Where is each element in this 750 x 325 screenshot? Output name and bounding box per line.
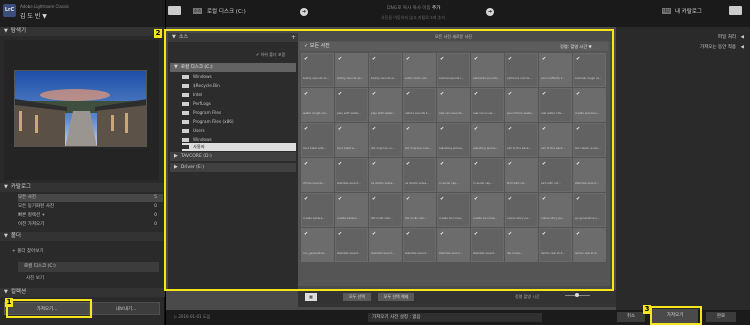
destination-badge: 대상 (662, 8, 671, 14)
catalog-row-label: 이전 가져오기 (18, 222, 45, 227)
source-drive-icon (168, 6, 181, 15)
highlight-box-1 (6, 299, 92, 318)
catalog-row-label: 빠른 컬렉션 + (18, 213, 46, 218)
catalog-row-label: 모든 사진 (18, 195, 36, 200)
catalog-row-synced[interactable]: 모든 동기화된 사진 0 (18, 203, 163, 211)
catalog-row-count: 5 (154, 195, 157, 200)
collapse-triangle-icon: ◀ (740, 35, 744, 40)
collapse-triangle-icon: ▼ (4, 184, 8, 190)
destination-drive-icon (729, 6, 742, 15)
user-menu[interactable]: 김 도 빈 ▼ (20, 11, 47, 20)
highlight-box-2 (164, 29, 614, 291)
mode-description: 사진을 이동하지 않고 카탈로그에 추가 (381, 15, 445, 20)
arrow-right-icon: ➜ (486, 8, 494, 16)
export-button[interactable]: 내보내기... (92, 302, 160, 315)
collapse-triangle-icon: ◀ (740, 45, 744, 50)
apply-during-import-title: 가져오는 동안 적용 (700, 45, 736, 50)
catalog-row-previous-import[interactable]: 이전 가져오기 0 (18, 221, 163, 229)
folder-drive-row[interactable]: 로컬 디스크 (C:) (18, 262, 159, 272)
slider-knob[interactable] (575, 293, 579, 297)
add-folder-button[interactable]: + 폴더 찾아보기 (12, 248, 43, 254)
app-name: Adobe Lightroom Classic (20, 4, 70, 9)
source-selector[interactable]: 로컬 디스크 (C:) (207, 7, 246, 15)
toolbar-sort[interactable]: 정렬 촬영 시간 (515, 294, 540, 300)
deselect-all-button[interactable]: 모두 선택 해제 (378, 293, 414, 301)
navigator-header[interactable]: ▼ 탐색기 (0, 27, 165, 36)
collections-title: 컬렉션 (10, 289, 27, 295)
destination-label[interactable]: 내 카탈로그 (675, 7, 702, 15)
folders-header[interactable]: ▼ 폴더 (0, 232, 165, 241)
file-handling-title: 파일 처리 (718, 35, 736, 40)
catalog-row-count: 0 (154, 222, 157, 227)
collapse-triangle-icon: ▼ (4, 28, 8, 34)
catalog-row-count: 0 (154, 204, 157, 209)
collapse-triangle-icon: ▼ (4, 233, 8, 239)
select-all-button[interactable]: 모두 선택 (343, 293, 371, 301)
hanok-street-photo (15, 71, 146, 146)
highlight-box-3 (650, 306, 702, 325)
annotation-label-3: 3 (643, 305, 651, 314)
done-button[interactable]: 완료 (706, 312, 736, 322)
lightroom-logo: LrC (3, 4, 16, 17)
grid-view-icon[interactable]: ▦ (305, 293, 317, 301)
folder-subitem[interactable]: 사진 보기 (26, 275, 44, 281)
catalog-row-all-photos[interactable]: 모든 사진 5 (18, 194, 163, 202)
import-preset-select[interactable]: 가져오기 사전 설정 : 없음 (368, 313, 542, 322)
catalog-row-label: 모든 동기화된 사진 (18, 204, 54, 209)
annotation-label-2: 2 (154, 29, 162, 38)
arrow-right-icon: ➜ (300, 8, 308, 16)
catalog-title: 카탈로그 (10, 184, 32, 190)
catalog-row-count: 0 (154, 213, 157, 218)
annotation-label-1: 1 (5, 298, 13, 307)
catalog-header[interactable]: ▼ 카탈로그 (0, 183, 165, 192)
cancel-button[interactable]: 취소 (617, 312, 645, 322)
footer-info: ▷ 2016-01-01 도입 (174, 314, 211, 319)
collections-header[interactable]: ▼ 컬렉션 (0, 288, 165, 297)
navigator-title: 탐색기 (10, 28, 27, 34)
collapse-triangle-icon: ▼ (4, 289, 8, 295)
mode-tab-add[interactable]: 추가 (432, 6, 440, 11)
folders-title: 폴더 (10, 233, 21, 239)
navigator-photo[interactable] (14, 70, 147, 147)
source-badge: 소스 (193, 8, 202, 14)
file-handling-header[interactable]: 파일 처리 ◀ (620, 33, 748, 42)
apply-during-import-header[interactable]: 가져오는 동안 적용 ◀ (620, 43, 748, 52)
right-panel (616, 27, 750, 310)
import-mode-tabs[interactable]: DNG로 복사 복사 이동 추가 (387, 5, 440, 11)
catalog-row-quick-collection[interactable]: 빠른 컬렉션 + 0 (18, 212, 163, 220)
mode-tabs-inactive[interactable]: DNG로 복사 복사 이동 (387, 6, 432, 11)
